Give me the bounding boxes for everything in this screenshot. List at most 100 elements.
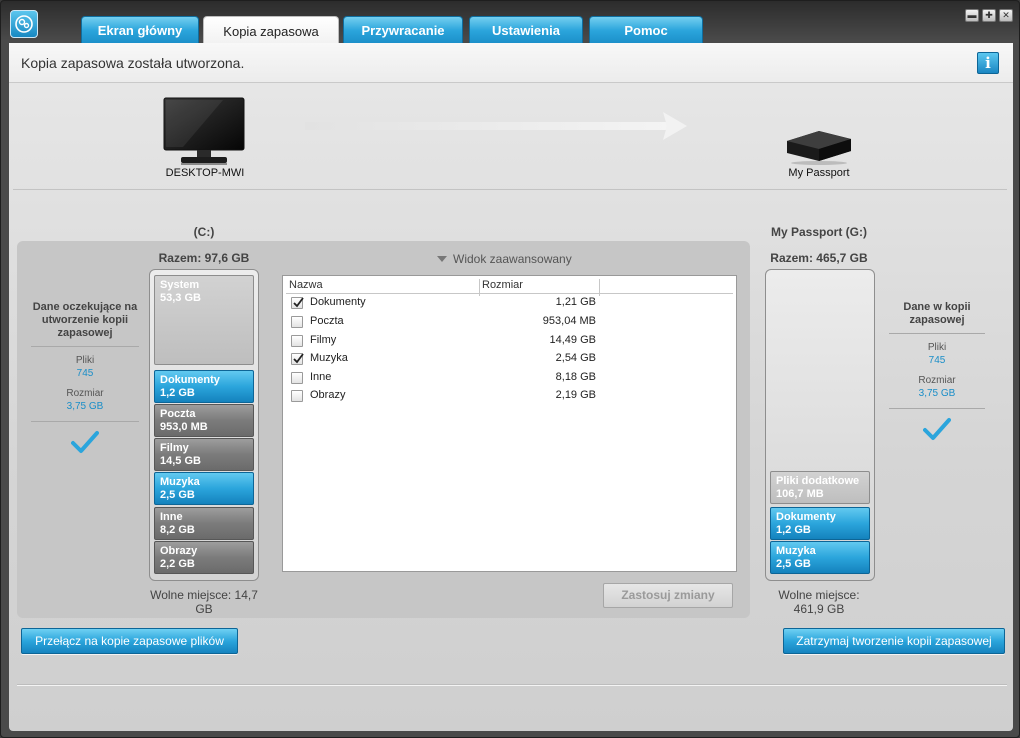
pending-separator [31,346,139,347]
status-message: Kopia zapasowa została utworzona. [21,55,245,71]
column-header-size[interactable]: Rozmiar [482,279,523,291]
item-name: Filmy [310,334,337,346]
checkbox-documents[interactable] [291,297,304,309]
checkbox-other[interactable] [291,372,303,384]
tab-home[interactable]: Ekran główny [81,16,199,44]
app-window: Ekran główny Kopia zapasowa Przywracanie… [0,0,1020,738]
tab-settings[interactable]: Ustawienia [469,16,583,44]
list-item[interactable]: Obrazy 2,19 GB [286,387,596,405]
pending-files-label: Pliki [75,355,95,366]
segment-size: 53,3 GB [160,292,201,304]
target-drive-title: My Passport (G:) [770,225,867,239]
transfer-arrow-icon [305,112,687,140]
backed-up-separator-2 [889,408,985,409]
checkbox-music[interactable] [291,353,304,365]
segment-size: 2,2 GB [160,558,195,570]
backup-page: Kopia zapasowa została utworzona. i DESK… [9,43,1013,731]
advanced-file-list: Nazwa Rozmiar Dokumenty 1,21 GB Poczta 9… [282,275,737,572]
info-button[interactable]: i [977,52,999,74]
section-divider [13,189,1007,190]
computer-icon [163,97,245,165]
tab-restore[interactable]: Przywracanie [343,16,463,44]
source-segment-movies: Filmy 14,5 GB [154,438,254,471]
app-logo-icon[interactable] [10,10,38,38]
backed-up-files-value: 745 [928,355,946,366]
segment-name: Muzyka [160,476,200,488]
pending-size-value: 3,75 GB [66,401,104,412]
item-name: Obrazy [310,389,346,401]
target-usage-bar: Pliki dodatkowe 106,7 MB Dokumenty 1,2 G… [765,269,875,581]
pending-separator-2 [31,421,139,422]
segment-name: Inne [160,511,183,523]
segment-name: Dokumenty [160,374,220,386]
segment-size: 106,7 MB [776,488,824,500]
backed-up-info: Dane w kopii zapasowej Pliki 745 Rozmiar… [889,301,985,441]
backed-up-size-value: 3,75 GB [918,388,956,399]
segment-name: Obrazy [160,545,198,557]
target-segment-music: Muzyka 2,5 GB [770,541,870,574]
segment-name: Muzyka [776,545,816,557]
target-segment-documents: Dokumenty 1,2 GB [770,507,870,540]
item-name: Inne [310,371,332,383]
segment-size: 953,0 MB [160,421,208,433]
source-segment-pictures: Obrazy 2,2 GB [154,541,254,574]
footer-divider [17,684,1007,686]
tab-help[interactable]: Pomoc [589,16,703,44]
maximize-button[interactable]: ✚ [982,9,996,22]
close-button[interactable]: ✕ [999,9,1013,22]
computer-name: DESKTOP-MWI [165,167,245,179]
checkbox-movies[interactable] [291,335,303,347]
segment-size: 2,5 GB [160,489,195,501]
item-name: Dokumenty [310,296,366,308]
apply-changes-button[interactable]: Zastosuj zmiany [603,583,733,608]
checkbox-pictures[interactable] [291,390,303,402]
target-segment-extra-files: Pliki dodatkowe 106,7 MB [770,471,870,504]
item-name: Muzyka [310,352,348,364]
external-drive-icon [787,131,851,165]
segment-size: 1,2 GB [160,387,195,399]
item-size: 2,19 GB [555,389,596,401]
source-segment-other: Inne 8,2 GB [154,507,254,540]
pending-info: Dane oczekujące na utworzenie kopii zapa… [31,301,139,454]
minimize-button[interactable]: ▬ [965,9,979,22]
segment-size: 1,2 GB [776,524,811,536]
advanced-view-label: Widok zaawansowany [453,252,572,266]
column-separator [599,279,600,296]
external-drive-name: My Passport [788,167,850,179]
item-size: 8,18 GB [555,371,596,383]
segment-name: Filmy [160,442,189,454]
backed-up-separator [889,333,985,334]
advanced-view-toggle[interactable]: Widok zaawansowany [437,252,572,266]
list-item[interactable]: Muzyka 2,54 GB [286,350,596,368]
pending-files-value: 745 [76,368,94,379]
pending-heading: Dane oczekujące na utworzenie kopii zapa… [32,301,138,339]
backed-up-heading: Dane w kopii zapasowej [903,301,971,326]
target-total: Razem: 465,7 GB [770,251,868,265]
segment-name: Dokumenty [776,511,836,523]
list-item[interactable]: Inne 8,18 GB [286,369,596,387]
list-item[interactable]: Poczta 953,04 MB [286,313,596,331]
source-free-space: Wolne miejsce: 14,7 GB [150,588,258,616]
item-size: 14,49 GB [549,334,596,346]
checkbox-mail[interactable] [291,316,303,328]
item-size: 1,21 GB [555,296,596,308]
segment-name: Pliki dodatkowe [776,475,860,487]
segment-name: Poczta [160,408,196,420]
checkmark-icon [923,418,951,440]
list-item[interactable]: Filmy 14,49 GB [286,332,596,350]
segment-size: 14,5 GB [160,455,201,467]
check-icon [293,353,304,364]
source-total: Razem: 97,6 GB [158,251,250,265]
source-drive-title: (C:) [193,225,215,239]
triangle-down-icon [437,256,447,262]
source-segment-music: Muzyka 2,5 GB [154,472,254,505]
column-header-name[interactable]: Nazwa [289,279,323,291]
source-segment-mail: Poczta 953,0 MB [154,404,254,437]
list-item[interactable]: Dokumenty 1,21 GB [286,294,596,312]
checkmark-icon [71,431,99,453]
stop-backup-button[interactable]: Zatrzymaj tworzenie kopii zapasowej [783,628,1005,654]
tab-backup[interactable]: Kopia zapasowa [203,16,339,45]
source-segment-system: System 53,3 GB [154,275,254,365]
item-size: 2,54 GB [555,352,596,364]
switch-to-file-backup-button[interactable]: Przełącz na kopie zapasowe plików [21,628,238,654]
